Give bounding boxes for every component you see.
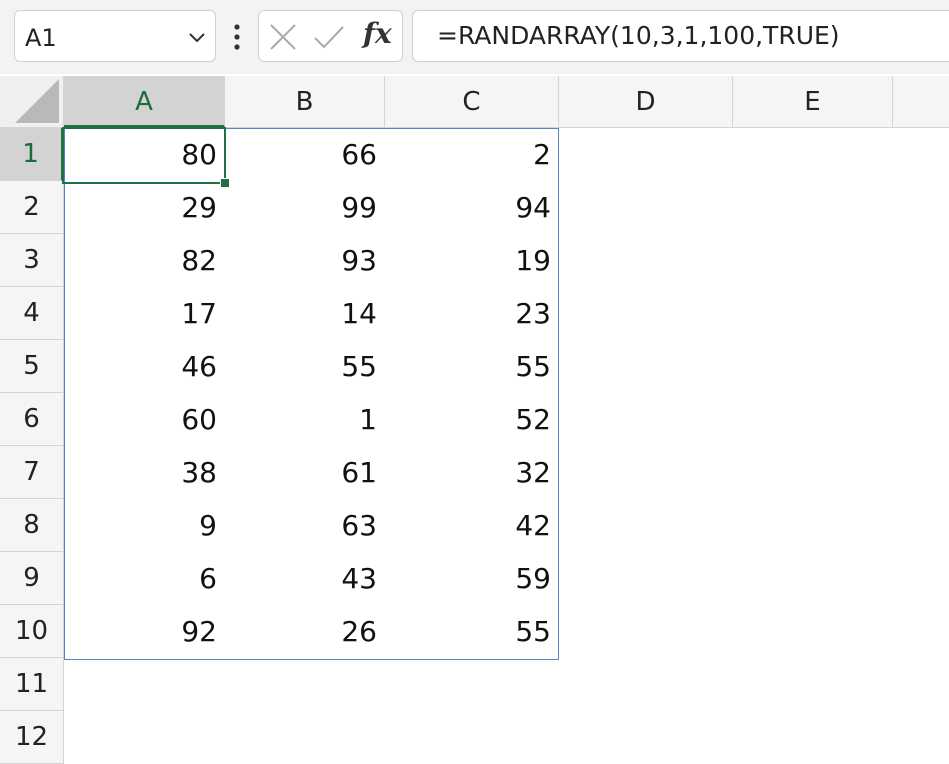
column-header-b[interactable]: B [225, 76, 385, 128]
cell-a3[interactable]: 82 [64, 234, 225, 287]
cell-c4[interactable]: 23 [385, 287, 559, 340]
cell-b6[interactable]: 1 [225, 393, 385, 446]
cell-c1[interactable]: 2 [385, 128, 559, 181]
cell-c6[interactable]: 52 [385, 393, 559, 446]
cell-b8[interactable]: 63 [225, 499, 385, 552]
name-box-value: A1 [25, 24, 57, 52]
cell-c8[interactable]: 42 [385, 499, 559, 552]
cell-a7[interactable]: 38 [64, 446, 225, 499]
formula-bar-area: A1 fx =RANDARRAY(10,3,1,100,TRUE) [0, 0, 949, 74]
name-box[interactable]: A1 [14, 10, 216, 62]
row-header-10[interactable]: 10 [0, 605, 64, 658]
cell-c2[interactable]: 94 [385, 181, 559, 234]
row-header-8[interactable]: 8 [0, 499, 64, 552]
cell-c5[interactable]: 55 [385, 340, 559, 393]
chevron-down-icon[interactable] [187, 27, 207, 47]
column-header-f[interactable] [893, 76, 949, 128]
formula-text: =RANDARRAY(10,3,1,100,TRUE) [437, 21, 840, 50]
row-header-3[interactable]: 3 [0, 234, 64, 287]
cell-b3[interactable]: 93 [225, 234, 385, 287]
cell-a10[interactable]: 92 [64, 605, 225, 658]
row-header-12[interactable]: 12 [0, 711, 64, 764]
column-header-e[interactable]: E [733, 76, 893, 128]
column-header-c[interactable]: C [385, 76, 559, 128]
cell-b10[interactable]: 26 [225, 605, 385, 658]
insert-function-icon[interactable]: fx [363, 17, 392, 50]
formula-controls: fx [258, 10, 403, 62]
column-header-d[interactable]: D [559, 76, 733, 128]
cell-b7[interactable]: 61 [225, 446, 385, 499]
row-header-9[interactable]: 9 [0, 552, 64, 605]
row-header-1[interactable]: 1 [0, 128, 64, 181]
column-header-a[interactable]: A [64, 76, 225, 128]
formula-input[interactable]: =RANDARRAY(10,3,1,100,TRUE) [412, 10, 949, 62]
row-header-5[interactable]: 5 [0, 340, 64, 393]
cell-a6[interactable]: 60 [64, 393, 225, 446]
cell-a4[interactable]: 17 [64, 287, 225, 340]
cell-c10[interactable]: 55 [385, 605, 559, 658]
cell-a1[interactable]: 80 [64, 128, 225, 181]
fill-handle[interactable] [220, 178, 230, 188]
row-header-4[interactable]: 4 [0, 287, 64, 340]
cell-a5[interactable]: 46 [64, 340, 225, 393]
cell-a2[interactable]: 29 [64, 181, 225, 234]
checkmark-icon[interactable] [313, 23, 345, 51]
cancel-icon[interactable] [269, 23, 297, 51]
row-header-2[interactable]: 2 [0, 181, 64, 234]
cell-b9[interactable]: 43 [225, 552, 385, 605]
cell-c9[interactable]: 59 [385, 552, 559, 605]
more-options-icon[interactable] [228, 22, 246, 52]
cell-c3[interactable]: 19 [385, 234, 559, 287]
row-header-6[interactable]: 6 [0, 393, 64, 446]
select-all-triangle-icon [15, 79, 59, 123]
cell-b5[interactable]: 55 [225, 340, 385, 393]
cell-b4[interactable]: 14 [225, 287, 385, 340]
row-header-11[interactable]: 11 [0, 658, 64, 711]
cell-c7[interactable]: 32 [385, 446, 559, 499]
cell-b1[interactable]: 66 [225, 128, 385, 181]
select-all-button[interactable] [0, 76, 64, 128]
cell-b2[interactable]: 99 [225, 181, 385, 234]
row-header-7[interactable]: 7 [0, 446, 64, 499]
cell-a8[interactable]: 9 [64, 499, 225, 552]
cell-a9[interactable]: 6 [64, 552, 225, 605]
